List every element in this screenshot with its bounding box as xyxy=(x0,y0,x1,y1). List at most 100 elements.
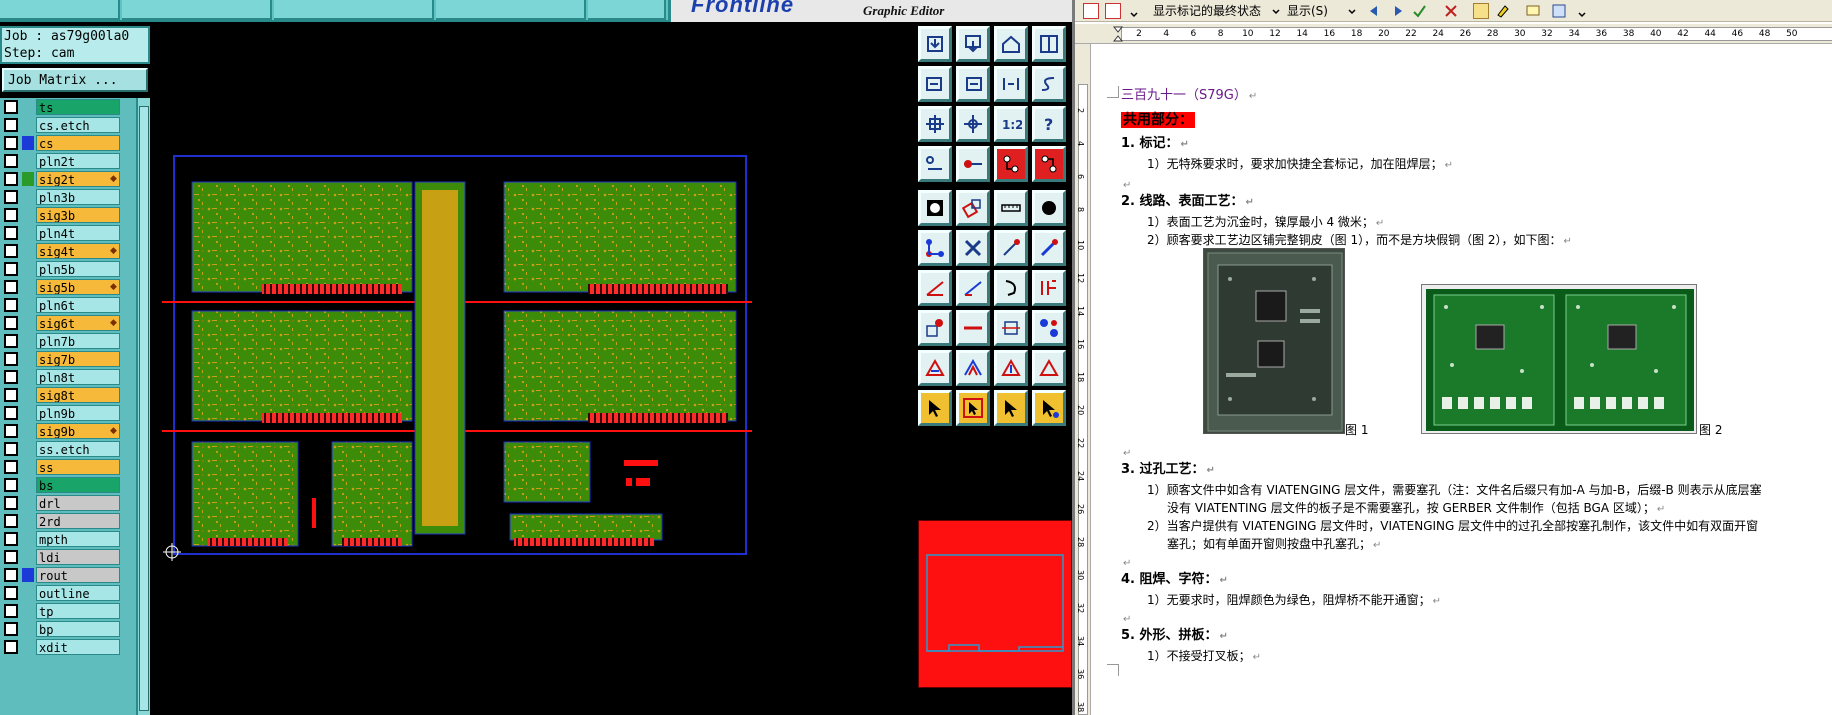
layer-row[interactable]: bs xyxy=(0,476,136,494)
layer-checkbox[interactable] xyxy=(4,388,18,402)
job-matrix-button[interactable]: Job Matrix ... xyxy=(2,68,148,92)
layer-row[interactable]: 2rd xyxy=(0,512,136,530)
chevron-down-icon[interactable] xyxy=(1347,3,1357,19)
layer-row[interactable]: sig9b ◆ xyxy=(0,422,136,440)
tool-scale-icon[interactable]: 1:2 xyxy=(994,106,1028,142)
tool-select-icon[interactable] xyxy=(994,390,1028,426)
layer-name[interactable]: xdit xyxy=(36,639,120,655)
layer-checkbox[interactable] xyxy=(4,262,18,276)
layer-list-scrollbar[interactable] xyxy=(136,98,150,715)
layer-checkbox[interactable] xyxy=(4,226,18,240)
layer-checkbox[interactable] xyxy=(4,100,18,114)
tool-connect-icon[interactable] xyxy=(1032,146,1066,182)
tool-triangle-icon[interactable] xyxy=(918,350,952,386)
layer-checkbox[interactable] xyxy=(4,172,18,186)
layer-name[interactable]: rout xyxy=(36,567,120,583)
tool-rotate-icon[interactable] xyxy=(994,350,1028,386)
layer-checkbox[interactable] xyxy=(4,208,18,222)
layer-checkbox[interactable] xyxy=(4,586,18,600)
layer-name[interactable]: bs xyxy=(36,477,120,493)
layer-row[interactable]: ldi xyxy=(0,548,136,566)
tool-move-center-icon[interactable] xyxy=(994,310,1028,346)
scroll-thumb[interactable] xyxy=(139,106,149,711)
pointer-icon[interactable] xyxy=(918,390,952,426)
next-change-icon[interactable] xyxy=(1389,3,1405,19)
accept-change-icon[interactable] xyxy=(1411,3,1427,19)
tool-zoom-up[interactable] xyxy=(918,26,952,62)
layer-checkbox[interactable] xyxy=(4,604,18,618)
show-menu[interactable]: 显示(S) xyxy=(1287,2,1328,20)
layer-row[interactable]: cs.etch xyxy=(0,116,136,134)
layer-name[interactable]: sig5b xyxy=(36,279,120,295)
layer-name[interactable]: mpth xyxy=(36,531,120,547)
tool-add-line-icon[interactable] xyxy=(1032,230,1066,266)
document-page[interactable]: 三百九十一（S79G） ↵ 共用部分： 1. 标记： ↵ 1）无特殊要求时，要求加快… xyxy=(1095,44,1832,715)
layer-row[interactable]: mpth xyxy=(0,530,136,548)
layer-row[interactable]: rout xyxy=(0,566,136,584)
top-field-5[interactable] xyxy=(588,0,666,20)
layer-checkbox[interactable] xyxy=(4,352,18,366)
previous-change-icon[interactable] xyxy=(1367,3,1383,19)
pdf-icon[interactable] xyxy=(1083,3,1099,19)
layer-checkbox[interactable] xyxy=(4,568,18,582)
layer-row[interactable]: pln7b xyxy=(0,332,136,350)
indent-marker-icon[interactable] xyxy=(1112,26,1124,42)
layer-name[interactable]: sig4t xyxy=(36,243,120,259)
layer-row[interactable]: xdit xyxy=(0,638,136,656)
layer-row[interactable]: sig6t ◆ xyxy=(0,314,136,332)
layer-checkbox[interactable] xyxy=(4,190,18,204)
top-field-3[interactable] xyxy=(274,0,434,20)
layer-row[interactable]: pln4t xyxy=(0,224,136,242)
layer-row[interactable]: sig7b xyxy=(0,350,136,368)
figure-2-image[interactable] xyxy=(1421,284,1697,434)
layer-name[interactable]: sig7b xyxy=(36,351,120,367)
tool-pan-right-icon[interactable] xyxy=(956,66,990,102)
layer-name[interactable]: sig2t xyxy=(36,171,120,187)
layer-checkbox[interactable] xyxy=(4,406,18,420)
layer-checkbox[interactable] xyxy=(4,334,18,348)
chevron-down-icon[interactable] xyxy=(1271,3,1281,19)
reject-change-icon[interactable] xyxy=(1443,3,1459,19)
toolbar-options-icon[interactable] xyxy=(1129,3,1139,19)
layer-row[interactable]: ss xyxy=(0,458,136,476)
top-field-2[interactable] xyxy=(122,0,272,20)
layer-checkbox[interactable] xyxy=(4,298,18,312)
tool-parallel-icon[interactable] xyxy=(1032,270,1066,306)
tool-pan-left-icon[interactable] xyxy=(918,66,952,102)
layer-name[interactable]: ts xyxy=(36,99,120,115)
layer-name[interactable]: sig8t xyxy=(36,387,120,403)
tool-zoom-fit-icon[interactable] xyxy=(994,66,1028,102)
layer-row[interactable]: ss.etch xyxy=(0,440,136,458)
layer-name[interactable]: pln8t xyxy=(36,369,120,385)
layer-row[interactable]: cs xyxy=(0,134,136,152)
tool-horizontal-icon[interactable] xyxy=(956,310,990,346)
tool-array-icon[interactable] xyxy=(1032,310,1066,346)
tool-delete-icon[interactable] xyxy=(956,230,990,266)
top-field-1[interactable] xyxy=(0,0,120,20)
layer-name[interactable]: tp xyxy=(36,603,120,619)
layer-row[interactable]: pln3b xyxy=(0,188,136,206)
layer-name[interactable]: drl xyxy=(36,495,120,511)
horizontal-ruler[interactable]: 2 4 6 8 10 12 14 16 18 20 22 24 26 28 30 32 34 36 38 40 42 44… xyxy=(1075,24,1832,44)
layer-checkbox[interactable] xyxy=(4,442,18,456)
layer-checkbox[interactable] xyxy=(4,460,18,474)
layer-row[interactable]: sig5b ◆ xyxy=(0,278,136,296)
layer-row[interactable]: pln8t xyxy=(0,368,136,386)
layer-name[interactable]: sig3b xyxy=(36,207,120,223)
layer-checkbox[interactable] xyxy=(4,532,18,546)
tool-download-icon[interactable] xyxy=(956,26,990,62)
layer-row[interactable]: pln6t xyxy=(0,296,136,314)
layer-row[interactable]: outline xyxy=(0,584,136,602)
pdf-export-icon[interactable] xyxy=(1105,3,1121,19)
tool-measure-icon[interactable] xyxy=(994,190,1028,226)
layer-name[interactable]: sig9b xyxy=(36,423,120,439)
layer-row[interactable]: tp xyxy=(0,602,136,620)
tool-select-net-pointer-icon[interactable] xyxy=(1032,390,1066,426)
layer-row[interactable]: drl xyxy=(0,494,136,512)
layer-checkbox[interactable] xyxy=(4,622,18,636)
layer-name[interactable]: pln9b xyxy=(36,405,120,421)
layer-row[interactable]: sig2t ◆ xyxy=(0,170,136,188)
layer-checkbox[interactable] xyxy=(4,478,18,492)
layer-checkbox[interactable] xyxy=(4,280,18,294)
layer-checkbox[interactable] xyxy=(4,136,18,150)
